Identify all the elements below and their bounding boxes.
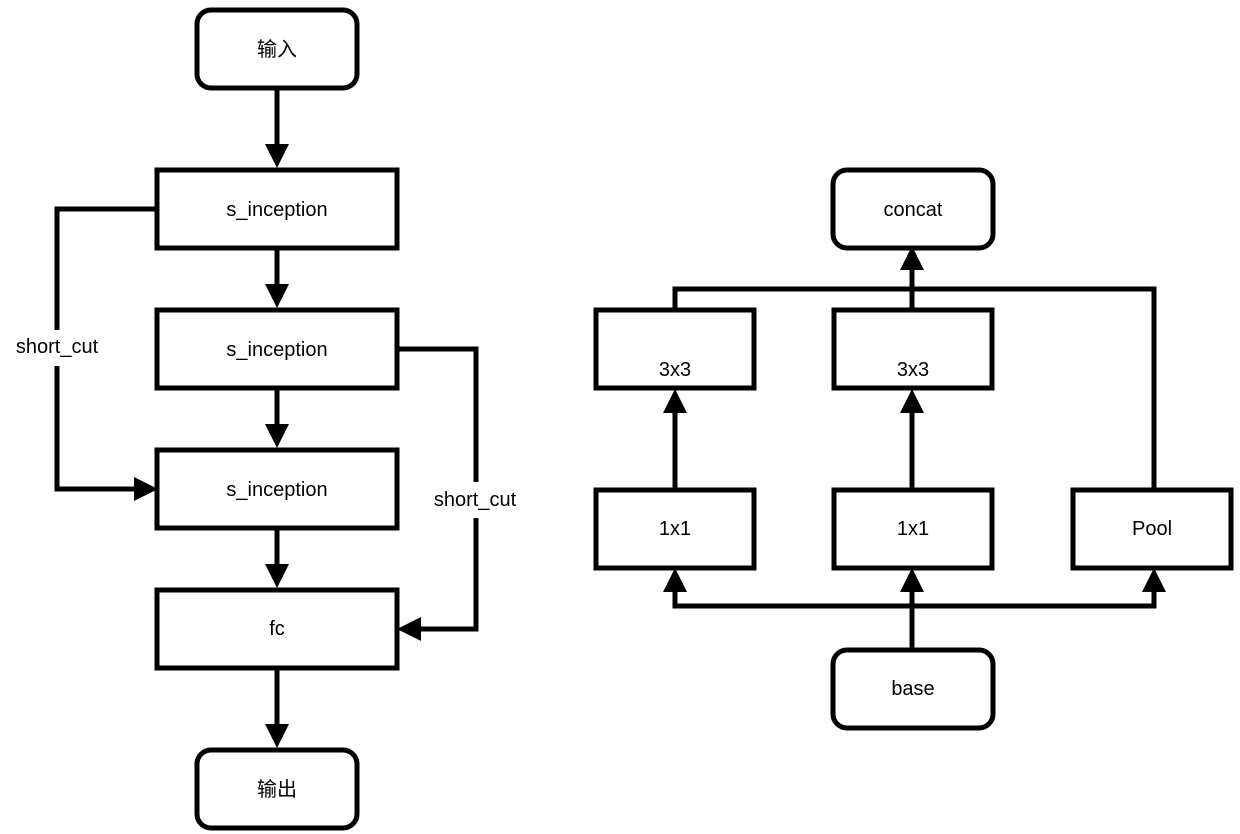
node-3x3-left[interactable]: 3x3: [593, 307, 757, 391]
arrowhead-down-icon: [265, 284, 289, 308]
node-concat-label: concat: [884, 199, 943, 221]
node-3x3-left-label: 3x3: [659, 359, 691, 381]
node-pool-label: Pool: [1132, 518, 1172, 540]
node-1x1-mid[interactable]: 1x1: [831, 487, 995, 571]
arrowhead-down-icon: [265, 144, 289, 168]
arrowhead-down-icon: [265, 564, 289, 588]
node-s-inception-2-label: s_inception: [226, 339, 327, 361]
node-3x3-mid[interactable]: 3x3: [831, 307, 995, 391]
node-pool[interactable]: Pool: [1070, 487, 1234, 571]
node-1x1-left[interactable]: 1x1: [593, 487, 757, 571]
arrowhead-up-icon: [900, 389, 924, 413]
node-3x3-mid-label: 3x3: [897, 359, 929, 381]
node-s-inception-2[interactable]: s_inception: [154, 307, 400, 391]
node-base-label: base: [891, 678, 934, 700]
arrowhead-up-icon: [900, 568, 924, 592]
node-s-inception-1-label: s_inception: [226, 199, 327, 221]
node-1x1-left-label: 1x1: [659, 518, 691, 540]
arrowhead-down-icon: [265, 724, 289, 748]
node-s-inception-1[interactable]: s_inception: [154, 167, 400, 251]
node-input-label: 输入: [257, 38, 297, 61]
node-fc[interactable]: fc: [154, 587, 400, 671]
node-input[interactable]: 输入: [194, 7, 360, 91]
node-s-inception-3-label: s_inception: [226, 479, 327, 501]
arrowhead-down-icon: [265, 424, 289, 448]
node-base[interactable]: base: [830, 647, 996, 731]
node-concat[interactable]: concat: [830, 167, 996, 251]
right-edges: [663, 246, 1166, 650]
node-fc-label: fc: [269, 618, 285, 640]
arrowhead-right-icon: [134, 477, 158, 501]
node-output-label: 输出: [257, 778, 297, 801]
arrowhead-left-icon: [397, 617, 421, 641]
node-output[interactable]: 输出: [194, 747, 360, 831]
shortcut-left-label: short_cut: [16, 336, 99, 358]
node-s-inception-3[interactable]: s_inception: [154, 447, 400, 531]
arrowhead-up-icon: [1142, 568, 1166, 592]
shortcut-right-label: short_cut: [434, 489, 517, 511]
diagram-canvas: 输入 s_inception s_inception s_inception f…: [0, 7, 1234, 831]
arrowhead-up-icon: [663, 568, 687, 592]
node-1x1-mid-label: 1x1: [897, 518, 929, 540]
arrowhead-up-icon: [663, 389, 687, 413]
